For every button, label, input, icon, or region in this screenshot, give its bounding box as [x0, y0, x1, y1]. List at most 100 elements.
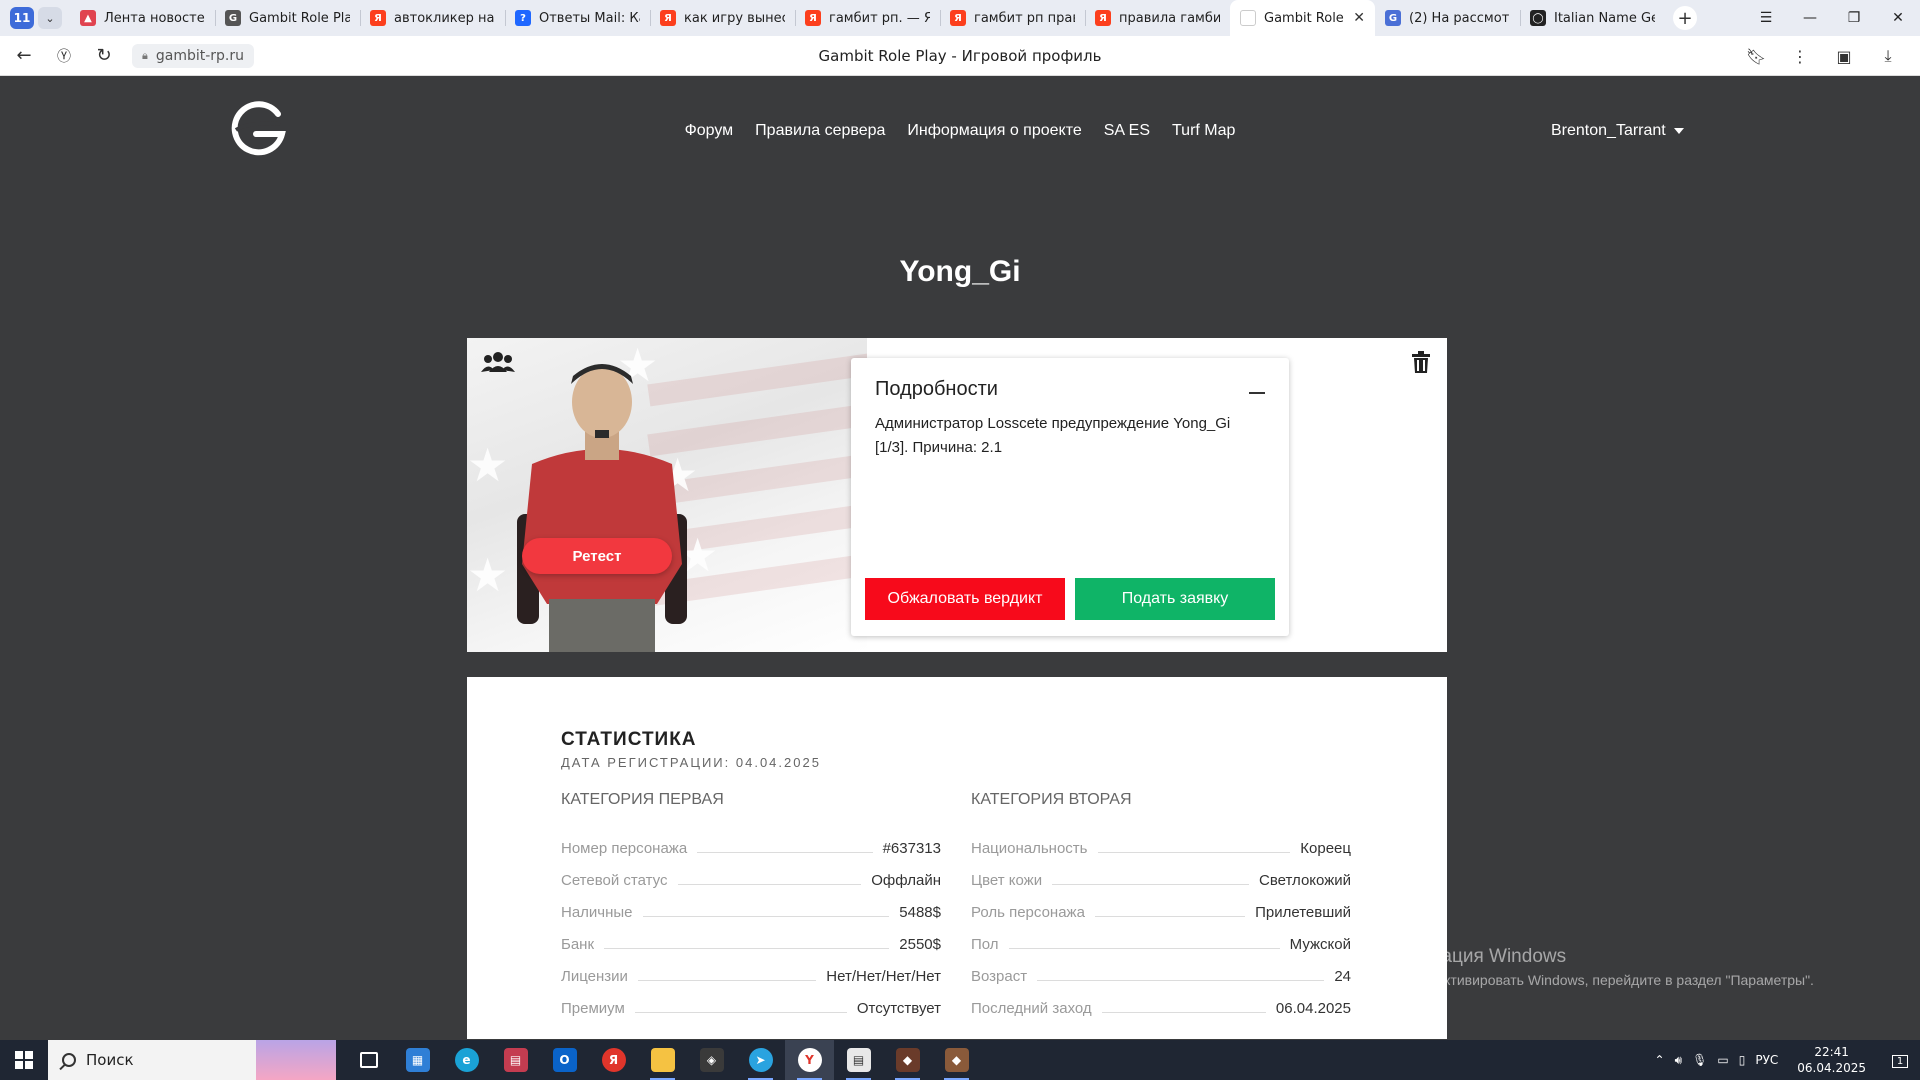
caret-down-icon — [1673, 127, 1684, 134]
reload-icon[interactable]: ↻ — [88, 45, 120, 66]
url-field[interactable]: 🔒︎ gambit-rp.ru — [132, 43, 255, 68]
close-tab-icon[interactable]: ✕ — [1353, 10, 1365, 26]
stat-value: 5488$ — [899, 904, 941, 921]
stat-label: Последний заход — [971, 1000, 1092, 1017]
taskbar: Поиск ▦ e ▤ O Я ◈ ➤ Y ▤ ◆ ◆ ⌃ 🔊︎ 🎙︎ ▭ ▯ … — [0, 1040, 1920, 1080]
restore-icon[interactable]: ❐ — [1832, 10, 1876, 26]
browser-tab[interactable]: ◯ Italian Name Ger — [1520, 0, 1665, 36]
stat-value: Светлокожий — [1259, 872, 1351, 889]
search-highlight-image — [256, 1040, 336, 1080]
minimize-icon[interactable]: — — [1788, 10, 1832, 26]
url-text: gambit-rp.ru — [155, 47, 245, 64]
collapse-icon[interactable] — [1249, 392, 1265, 394]
stat-leader-line — [1101, 1012, 1266, 1013]
tab-title: гамбит рп. — Ян — [829, 10, 930, 26]
forum-icon: G — [1385, 10, 1401, 26]
stat-value: 2550$ — [899, 936, 941, 953]
browser-tab[interactable]: Ягамбит рп. — Ян — [795, 0, 940, 36]
new-tab-button[interactable]: + — [1673, 6, 1697, 30]
search-icon — [62, 1053, 76, 1067]
tab-title: Gambit Role P — [1264, 10, 1350, 26]
menu-icon[interactable]: ☰ — [1744, 10, 1788, 26]
tab-title: Gambit Role Play — [249, 10, 350, 26]
nav-link[interactable]: SA ES — [1104, 122, 1150, 139]
notepad-icon[interactable]: ▤ — [834, 1040, 883, 1080]
gta-sa-icon[interactable]: ◆ — [932, 1040, 981, 1080]
stat-label: Роль персонажа — [971, 904, 1085, 921]
gamepad-icon[interactable]: ◈ — [687, 1040, 736, 1080]
yandex-home-icon[interactable]: Ⓨ — [48, 46, 80, 66]
submit-application-button[interactable]: Подать заявку — [1075, 578, 1275, 620]
windows-start-icon[interactable] — [0, 1040, 48, 1080]
outlook-icon[interactable]: O — [540, 1040, 589, 1080]
close-window-icon[interactable]: ✕ — [1876, 10, 1920, 26]
system-tray: ⌃ 🔊︎ 🎙︎ ▭ ▯ РУС 22:41 06.04.2025 1 — [1650, 1040, 1920, 1080]
clock[interactable]: 22:41 06.04.2025 — [1797, 1044, 1866, 1076]
notifications-icon[interactable]: 1 — [1880, 1053, 1920, 1068]
file-explorer-icon[interactable] — [638, 1040, 687, 1080]
details-text: Администратор Losscete предупреждение Yo… — [875, 415, 1231, 456]
browser-tab[interactable]: Якак игру вынест — [650, 0, 795, 36]
category-first-title: КАТЕГОРИЯ ПЕРВАЯ — [561, 791, 724, 808]
telegram-icon[interactable]: ➤ — [736, 1040, 785, 1080]
volume-icon[interactable]: 🔊︎ — [1675, 1053, 1683, 1068]
tab-title: Italian Name Ger — [1554, 10, 1655, 26]
browser-tab[interactable]: G (2) На рассмотр — [1375, 0, 1520, 36]
browser-tab[interactable]: Яавтокликер на к — [360, 0, 505, 36]
category-first: КАТЕГОРИЯ ПЕРВАЯ Номер персонажа #637313 С… — [561, 791, 941, 1017]
stat-label: Лицензии — [561, 968, 628, 985]
yandex-app-icon[interactable]: Я — [589, 1040, 638, 1080]
network-icon[interactable]: ▭ — [1717, 1053, 1728, 1067]
stat-row: Номер персонажа #637313 — [561, 825, 941, 857]
browser-tab[interactable]: Яправила гамбит — [1085, 0, 1230, 36]
edge-icon[interactable]: e — [442, 1040, 491, 1080]
stat-row: Лицензии Нет/Нет/Нет/Нет — [561, 953, 941, 985]
language-indicator[interactable]: РУС — [1755, 1053, 1778, 1067]
windows-activation-watermark: Активация Windows Чтобы активировать Win… — [1391, 946, 1814, 988]
nav-link[interactable]: Правила сервера — [755, 122, 885, 139]
browser-tab[interactable]: G Gambit Role Play — [215, 0, 360, 36]
trash-icon[interactable] — [1411, 350, 1431, 374]
nav-link[interactable]: Форум — [685, 122, 734, 139]
calendar-app-icon[interactable]: ▤ — [491, 1040, 540, 1080]
stat-value: #637313 — [882, 840, 941, 857]
browser-tab[interactable]: ▲ Лента новостей — [70, 0, 215, 36]
browser-tab-strip: 11 ⌄ ▲ Лента новостей G Gambit Role Play Яав… — [0, 0, 1920, 36]
stat-leader-line — [604, 948, 890, 949]
tab-title: автокликер на к — [394, 10, 495, 26]
stat-label: Премиум — [561, 1000, 625, 1017]
nav-link[interactable]: Turf Map — [1172, 122, 1235, 139]
stat-row: Цвет кожи Светлокожий — [971, 857, 1351, 889]
collections-icon[interactable]: ▣ — [1822, 47, 1866, 66]
retest-button[interactable]: Ретест — [522, 538, 672, 574]
stat-leader-line — [1097, 852, 1291, 853]
bookmark-icon[interactable]: 🔖︎ — [1734, 47, 1778, 66]
profile-card: ★ ★ ★ ★ ★ Ретест Подробности Администрат… — [467, 338, 1447, 652]
game-launcher-icon[interactable]: ◆ — [883, 1040, 932, 1080]
stat-row: Национальность Кореец — [971, 825, 1351, 857]
more-options-icon[interactable]: ⋮ — [1778, 47, 1822, 66]
battery-icon[interactable]: ▯ — [1739, 1053, 1746, 1067]
browser-tab[interactable]: Gambit Role P ✕ — [1230, 0, 1375, 36]
task-view-icon[interactable] — [344, 1040, 393, 1080]
yandex-icon: Я — [950, 10, 966, 26]
appeal-verdict-button[interactable]: Обжаловать вердикт — [865, 578, 1065, 620]
back-arrow-icon[interactable]: ← — [8, 45, 40, 66]
stat-label: Национальность — [971, 840, 1088, 857]
browser-tab[interactable]: Ягамбит рп прави — [940, 0, 1085, 36]
tab-list-chevron-icon[interactable]: ⌄ — [38, 7, 62, 29]
taskbar-search[interactable]: Поиск — [48, 1040, 336, 1080]
stat-row: Возраст 24 — [971, 953, 1351, 985]
user-menu[interactable]: Brenton_Tarrant — [1551, 122, 1684, 140]
yandex-browser-icon[interactable]: Y — [785, 1040, 834, 1080]
nav-link[interactable]: Информация о проекте — [907, 122, 1081, 139]
yandex-icon: Я — [660, 10, 676, 26]
stat-row: Пол Мужской — [971, 921, 1351, 953]
stat-row: Банк 2550$ — [561, 921, 941, 953]
chevron-up-icon[interactable]: ⌃ — [1655, 1053, 1665, 1067]
download-icon[interactable]: ⤓ — [1866, 46, 1910, 66]
store-icon[interactable]: ▦ — [393, 1040, 442, 1080]
tab-counter-button[interactable]: 11 — [10, 7, 34, 29]
microphone-icon[interactable]: 🎙︎ — [1692, 1053, 1707, 1067]
browser-tab[interactable]: ? Ответы Mail: Ка — [505, 0, 650, 36]
